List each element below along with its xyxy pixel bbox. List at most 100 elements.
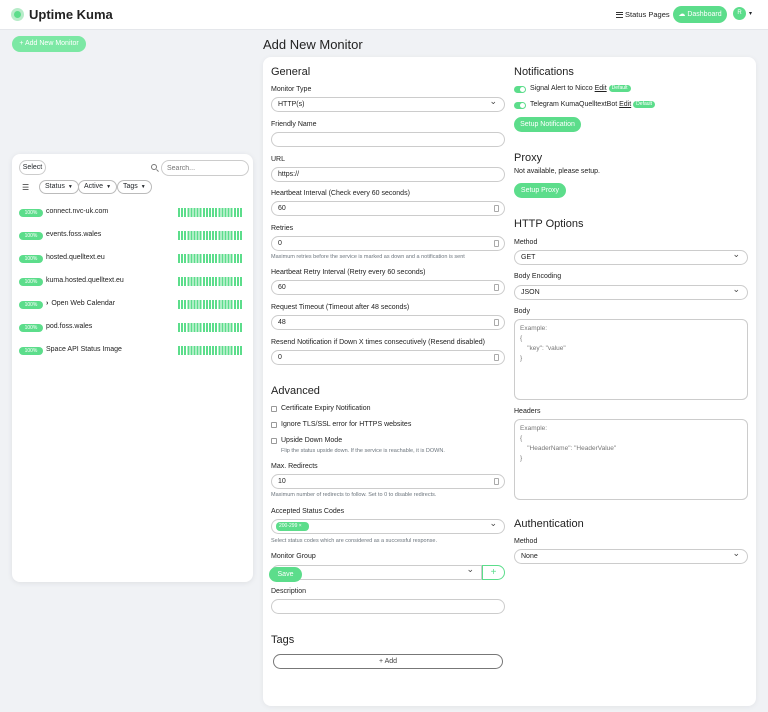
ignore-tls-checkbox[interactable] — [271, 422, 277, 428]
active-filter-label: Active — [84, 183, 104, 190]
uptime-badge: 100% — [19, 347, 43, 355]
request-timeout-value: 48 — [278, 319, 286, 326]
method-value: GET — [521, 254, 536, 261]
monitor-list-panel: Select ☰ Status▼ Active▼ Tags▼ 100%conne… — [12, 154, 253, 582]
page-title: Add New Monitor — [263, 37, 363, 52]
dashboard-button[interactable]: ☁ Dashboard — [673, 6, 727, 23]
add-new-monitor-button[interactable]: + Add New Monitor — [12, 36, 86, 52]
tags-filter[interactable]: Tags ▼ — [117, 180, 152, 194]
max-redirects-label: Max. Redirects — [271, 463, 318, 470]
headers-label: Headers — [514, 408, 541, 415]
max-redirects-value: 10 — [278, 478, 286, 485]
heartbeat-interval-input[interactable]: 60 — [271, 201, 505, 216]
save-button[interactable]: Save — [269, 567, 302, 582]
uptime-badge: 100% — [19, 301, 43, 309]
body-encoding-label: Body Encoding — [514, 273, 562, 280]
edit-link[interactable]: Edit — [595, 85, 607, 92]
cert-expiry-label: Certificate Expiry Notification — [281, 405, 371, 412]
list-item[interactable]: 100% events.foss.wales — [19, 230, 247, 244]
body-encoding-select[interactable]: JSON — [514, 283, 748, 300]
monitor-group-label: Monitor Group — [271, 553, 316, 560]
max-redirects-help: Maximum number of redirects to follow. S… — [271, 492, 437, 498]
chevron-right-icon[interactable]: › — [46, 300, 48, 307]
chevron-down-icon[interactable]: ▾ — [749, 10, 752, 17]
plus-icon: + — [490, 567, 497, 578]
request-timeout-input[interactable]: 48 — [271, 315, 505, 330]
method-select[interactable]: GET — [514, 248, 748, 265]
retries-value: 0 — [278, 240, 282, 247]
friendly-name-label: Friendly Name — [271, 121, 317, 128]
resend-input[interactable]: 0 — [271, 350, 505, 365]
monitor-name: hosted.quelltext.eu — [46, 254, 105, 261]
heartbeat-bar — [178, 277, 243, 286]
list-item[interactable]: 100% › Open Web Calendar — [19, 299, 247, 313]
spinner-icon[interactable] — [494, 319, 499, 326]
chevron-down-icon: ▼ — [140, 184, 146, 190]
notification-name: Telegram KumaQuelltextBot — [530, 101, 618, 108]
status-pages-link[interactable]: Status Pages — [616, 10, 670, 19]
edit-link[interactable]: Edit — [619, 101, 631, 108]
friendly-name-input[interactable] — [271, 132, 505, 147]
retries-input[interactable]: 0 — [271, 236, 505, 251]
auth-method-select[interactable]: None — [514, 547, 748, 564]
spinner-icon[interactable] — [494, 354, 499, 361]
search-icon — [151, 164, 157, 170]
monitor-type-select[interactable]: HTTP(s) — [271, 95, 505, 112]
monitor-name: events.foss.wales — [46, 231, 102, 238]
uptime-badge: 100% — [19, 278, 43, 286]
list-item[interactable]: 100% kuma.hosted.quelltext.eu — [19, 276, 247, 290]
max-redirects-input[interactable]: 10 — [271, 474, 505, 489]
brand-title[interactable]: Uptime Kuma — [29, 7, 113, 22]
ignore-tls-label: Ignore TLS/SSL error for HTTPS websites — [281, 421, 412, 428]
default-badge: Default — [633, 101, 656, 108]
status-code-chip-label: 200-299 — [279, 523, 298, 529]
uptime-badge: 100% — [19, 255, 43, 263]
list-item[interactable]: 100% Space API Status Image — [19, 345, 247, 359]
menu-icon — [616, 12, 623, 18]
spinner-icon[interactable] — [494, 284, 499, 291]
avatar[interactable]: R — [733, 7, 746, 20]
search-input[interactable] — [161, 160, 249, 176]
logo-icon[interactable] — [11, 8, 24, 21]
monitor-type-value: HTTP(s) — [278, 101, 305, 108]
close-icon[interactable]: × — [299, 523, 302, 529]
notification-name: Signal Alert to Nicco — [530, 85, 593, 92]
url-input[interactable]: https:// — [271, 167, 505, 182]
notification-toggle[interactable] — [514, 102, 526, 109]
spinner-icon[interactable] — [494, 240, 499, 247]
list-item[interactable]: 100% pod.foss.wales — [19, 322, 247, 336]
notification-toggle[interactable] — [514, 86, 526, 93]
add-group-button[interactable]: + — [482, 565, 505, 580]
chevron-down-icon: ▼ — [67, 184, 73, 190]
headers-textarea[interactable]: Example: { "HeaderName": "HeaderValue" } — [514, 419, 748, 500]
status-filter[interactable]: Status ▼ — [39, 180, 79, 194]
filter-icon[interactable]: ☰ — [22, 183, 29, 192]
spinner-icon[interactable] — [494, 205, 499, 212]
setup-proxy-button[interactable]: Setup Proxy — [514, 183, 566, 198]
spinner-icon[interactable] — [494, 478, 499, 485]
cert-expiry-checkbox[interactable] — [271, 406, 277, 412]
add-tag-button[interactable]: + Add — [273, 654, 503, 669]
general-heading: General — [271, 66, 311, 78]
body-textarea[interactable]: Example: { "key": "value" } — [514, 319, 748, 400]
retry-interval-input[interactable]: 60 — [271, 280, 505, 295]
monitor-group-select[interactable] — [271, 563, 482, 580]
authentication-heading: Authentication — [514, 518, 584, 530]
monitor-type-label: Monitor Type — [271, 86, 312, 93]
upside-down-checkbox[interactable] — [271, 438, 277, 444]
auth-method-value: None — [521, 553, 538, 560]
list-item[interactable]: 100% connect.nvc-uk.com — [19, 207, 247, 221]
description-input[interactable] — [271, 599, 505, 614]
status-code-chip[interactable]: 200-299 × — [276, 522, 309, 531]
select-button[interactable]: Select — [19, 160, 46, 175]
cloud-icon: ☁ — [678, 11, 688, 18]
active-filter[interactable]: Active ▼ — [78, 180, 118, 194]
list-item[interactable]: 100% hosted.quelltext.eu — [19, 253, 247, 267]
notifications-heading: Notifications — [514, 66, 574, 78]
heartbeat-bar — [178, 208, 243, 217]
monitor-name: kuma.hosted.quelltext.eu — [46, 277, 124, 284]
retry-interval-value: 60 — [278, 284, 286, 291]
chevron-down-icon: ▼ — [106, 184, 112, 190]
monitor-name: Open Web Calendar — [51, 300, 116, 307]
setup-notification-button[interactable]: Setup Notification — [514, 117, 581, 132]
